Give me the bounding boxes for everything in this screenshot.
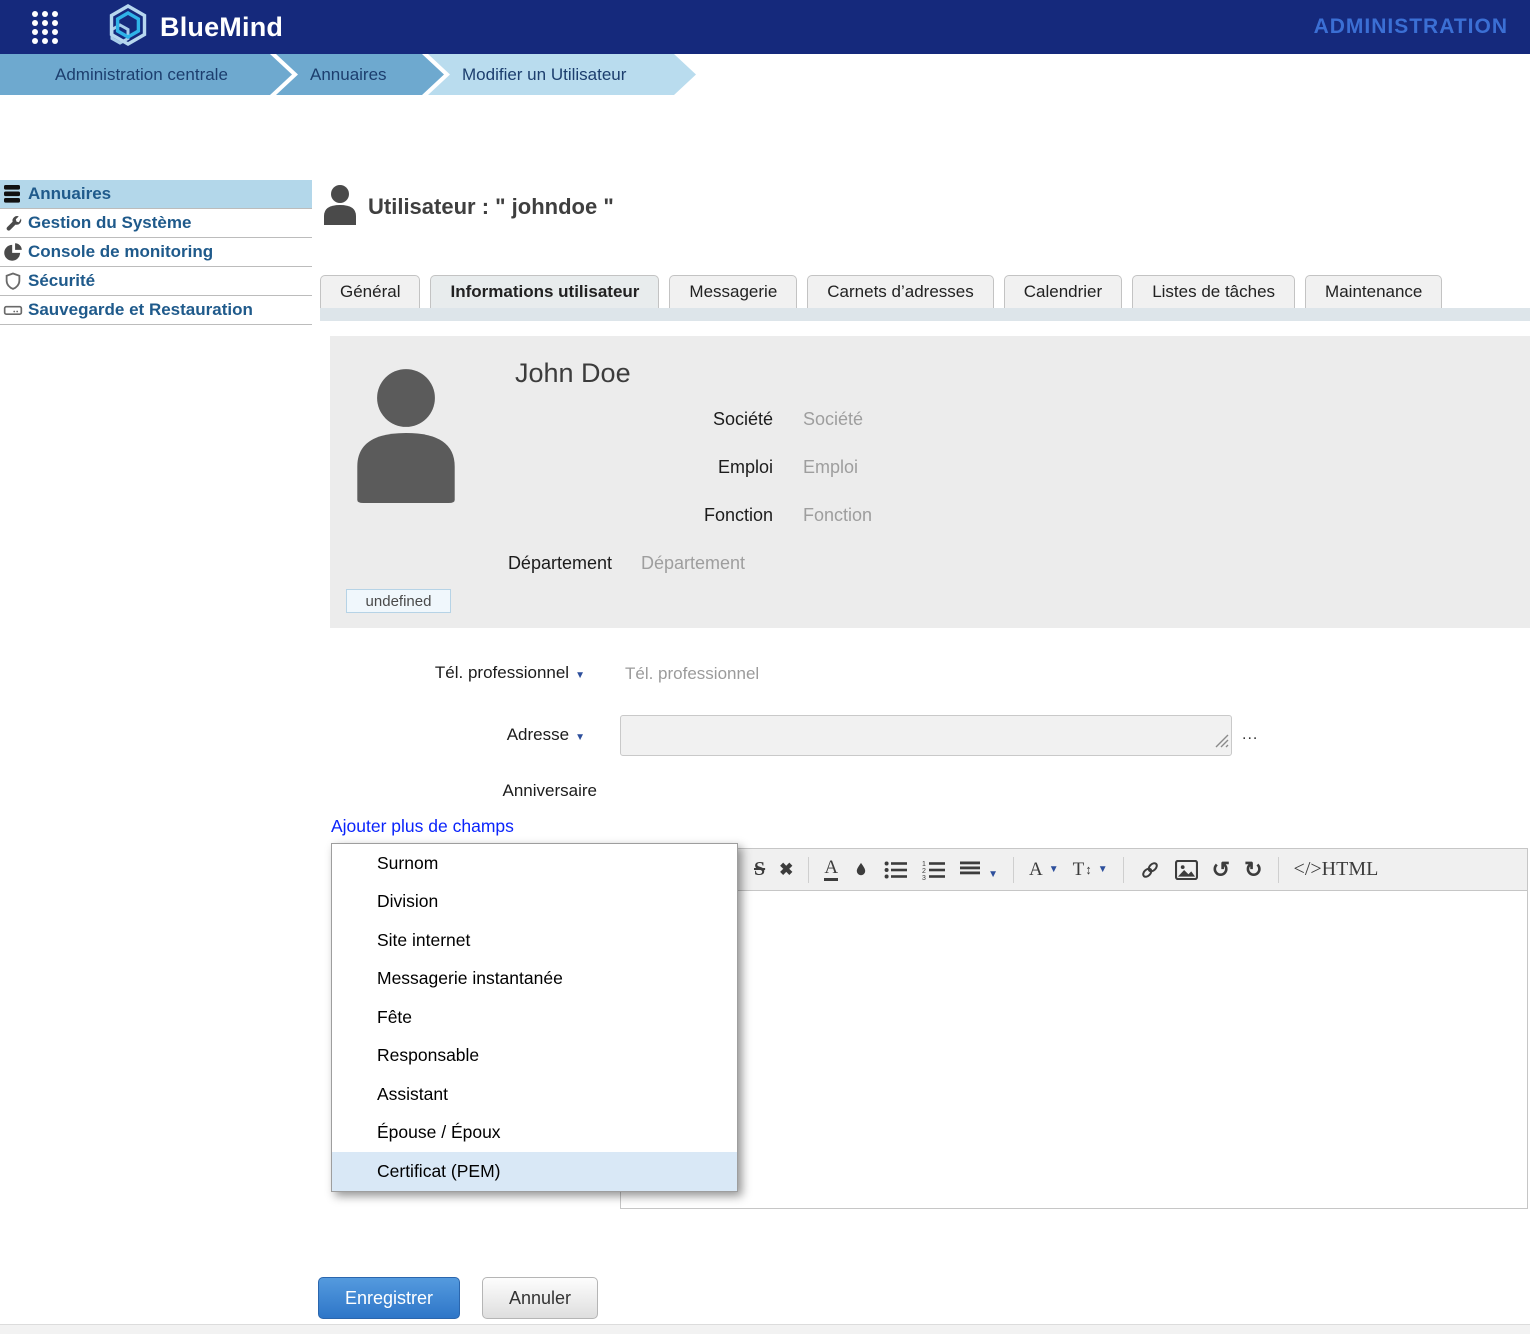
sidebar-item-console-monitoring[interactable]: Console de monitoring — [0, 238, 312, 267]
insert-image-button[interactable] — [1175, 860, 1198, 880]
font-family-caret-icon: ▼ — [1049, 864, 1059, 875]
phone-label-row: Tél. professionnel ▼ — [330, 663, 585, 683]
alignment-button[interactable]: ▼ — [960, 859, 998, 880]
html-source-button[interactable]: </>HTML — [1294, 858, 1379, 881]
phone-type-caret-icon[interactable]: ▼ — [575, 670, 585, 681]
font-size-button[interactable]: T↕ ▼ — [1073, 859, 1108, 881]
page-title: Utilisateur : " johndoe " — [368, 194, 614, 220]
add-more-fields-link[interactable]: Ajouter plus de champs — [331, 816, 514, 837]
pie-chart-icon — [2, 241, 24, 263]
toolbar-separator — [1278, 857, 1279, 883]
profile-name: John Doe — [515, 358, 631, 389]
menu-item-responsable[interactable]: Responsable — [332, 1037, 737, 1076]
phone-label[interactable]: Tél. professionnel — [435, 663, 569, 682]
undefined-badge: undefined — [346, 589, 451, 613]
footer-strip — [0, 1324, 1530, 1334]
tab-messagerie[interactable]: Messagerie — [669, 275, 797, 308]
fonction-label: Fonction — [704, 505, 773, 526]
address-label[interactable]: Adresse — [507, 725, 569, 744]
breadcrumb-item-annuaires[interactable]: Annuaires — [276, 54, 444, 95]
fonction-field[interactable]: Fonction — [803, 505, 872, 526]
bluemind-logo-icon — [106, 3, 150, 52]
strikethrough-button[interactable]: S — [754, 858, 765, 881]
numbered-list-button[interactable]: 1 2 3 — [922, 860, 946, 880]
birthday-label-row: Anniversaire — [330, 781, 597, 801]
tab-carnets-adresses[interactable]: Carnets d’adresses — [807, 275, 993, 308]
departement-label: Département — [508, 553, 612, 574]
notes-editor: S ✖ A 1 2 3 — [620, 848, 1528, 1209]
redo-button[interactable]: ↻ — [1244, 857, 1262, 883]
clear-formatting-button[interactable]: ✖ — [779, 860, 793, 880]
sidebar-item-annuaires[interactable]: Annuaires — [0, 180, 312, 209]
departement-field[interactable]: Département — [641, 553, 745, 574]
highlight-color-button[interactable] — [852, 859, 870, 881]
tab-informations-utilisateur[interactable]: Informations utilisateur — [430, 275, 659, 308]
shield-icon — [2, 270, 24, 292]
breadcrumb-item-modifier-utilisateur[interactable]: Modifier un Utilisateur — [428, 54, 696, 95]
societe-label: Société — [713, 409, 773, 430]
sidebar: Annuaires Gestion du Système Console de … — [0, 180, 312, 325]
sidebar-item-sauvegarde-restauration[interactable]: Sauvegarde et Restauration — [0, 296, 312, 325]
sidebar-item-gestion-systeme[interactable]: Gestion du Système — [0, 209, 312, 238]
bullet-list-button[interactable] — [884, 860, 908, 880]
tab-bar: Général Informations utilisateur Message… — [320, 275, 1442, 308]
emploi-label: Emploi — [718, 457, 773, 478]
address-more-button[interactable]: ... — [1242, 726, 1258, 744]
apps-grid-icon[interactable] — [32, 11, 58, 44]
svg-text:2: 2 — [922, 868, 926, 875]
top-bar: BlueMind ADMINISTRATION — [0, 0, 1530, 54]
menu-item-fete[interactable]: Fête — [332, 998, 737, 1037]
list-icon — [2, 183, 24, 205]
add-fields-dropdown-menu: Surnom Division Site internet Messagerie… — [331, 843, 738, 1192]
user-avatar-icon — [320, 183, 360, 230]
emploi-field[interactable]: Emploi — [803, 457, 858, 478]
resize-handle-icon[interactable] — [1215, 734, 1229, 753]
administration-label: ADMINISTRATION — [1314, 0, 1508, 54]
svg-text:1: 1 — [922, 861, 926, 868]
menu-item-site-internet[interactable]: Site internet — [332, 921, 737, 960]
tab-calendrier[interactable]: Calendrier — [1004, 275, 1122, 308]
app-title: BlueMind — [160, 12, 283, 43]
font-color-button[interactable]: A — [824, 858, 838, 881]
birthday-label: Anniversaire — [503, 781, 598, 800]
font-family-button[interactable]: A ▼ — [1029, 859, 1059, 881]
tab-maintenance[interactable]: Maintenance — [1305, 275, 1442, 308]
editor-toolbar: S ✖ A 1 2 3 — [620, 848, 1528, 891]
bluemind-admin-screen: BlueMind ADMINISTRATION Administration c… — [0, 0, 1530, 1334]
wrench-icon — [2, 212, 24, 234]
alignment-caret-icon: ▼ — [988, 869, 998, 880]
address-textarea[interactable] — [620, 715, 1232, 756]
breadcrumb: Administration centrale Annuaires Modifi… — [0, 54, 1530, 95]
address-type-caret-icon[interactable]: ▼ — [575, 732, 585, 743]
breadcrumb-item-administration-centrale[interactable]: Administration centrale — [0, 54, 292, 95]
address-label-row: Adresse ▼ — [330, 725, 585, 745]
font-size-caret-icon: ▼ — [1098, 864, 1108, 875]
undo-button[interactable]: ↺ — [1212, 857, 1230, 883]
svg-text:3: 3 — [922, 875, 926, 880]
societe-field[interactable]: Société — [803, 409, 863, 430]
menu-item-epouse-epoux[interactable]: Épouse / Époux — [332, 1114, 737, 1153]
phone-input[interactable]: Tél. professionnel — [625, 664, 759, 684]
menu-item-assistant[interactable]: Assistant — [332, 1075, 737, 1114]
menu-item-messagerie-instantanee[interactable]: Messagerie instantanée — [332, 960, 737, 999]
editor-content-area[interactable] — [620, 891, 1528, 1209]
sidebar-item-securite[interactable]: Sécurité — [0, 267, 312, 296]
tab-listes-taches[interactable]: Listes de tâches — [1132, 275, 1295, 308]
menu-item-division[interactable]: Division — [332, 883, 737, 922]
drive-icon — [2, 299, 24, 321]
page-title-row: Utilisateur : " johndoe " — [320, 183, 614, 230]
tab-strip — [320, 308, 1530, 321]
profile-avatar-icon — [345, 363, 467, 508]
menu-item-surnom[interactable]: Surnom — [332, 844, 737, 883]
toolbar-separator — [1123, 857, 1124, 883]
menu-item-certificat-pem[interactable]: Certificat (PEM) — [332, 1152, 737, 1191]
cancel-button[interactable]: Annuler — [482, 1277, 598, 1319]
tab-general[interactable]: Général — [320, 275, 420, 308]
toolbar-separator — [1013, 857, 1014, 883]
insert-link-button[interactable] — [1139, 859, 1161, 881]
save-button[interactable]: Enregistrer — [318, 1277, 460, 1319]
bluemind-logo[interactable]: BlueMind — [106, 3, 283, 52]
toolbar-separator — [808, 857, 809, 883]
profile-card: John Doe Société Société Emploi Emploi F… — [330, 336, 1530, 628]
